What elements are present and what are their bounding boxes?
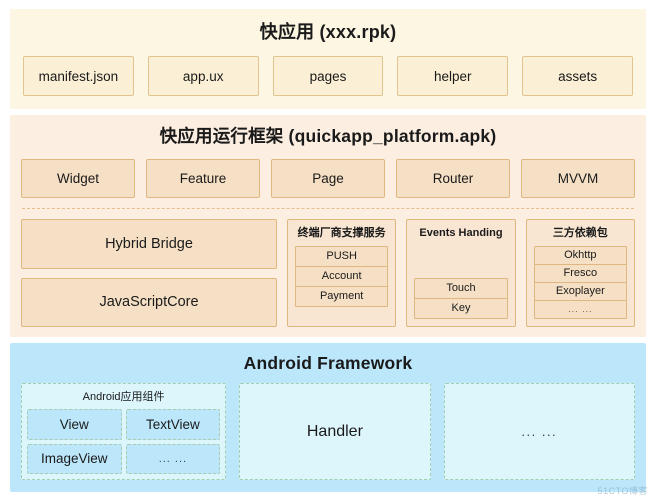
- android-component-view: View: [27, 409, 122, 440]
- quickapp-item-label: helper: [434, 68, 472, 84]
- framework-item-label: Page: [312, 171, 344, 186]
- framework-dashed-divider: [22, 208, 634, 209]
- quickapp-item-label: app.ux: [182, 68, 224, 84]
- android-components-grid: View TextView ImageView ... ...: [27, 409, 221, 474]
- android-group-handler: Handler: [239, 383, 431, 480]
- group-item-push: PUSH: [295, 246, 389, 267]
- framework-item-page: Page: [271, 159, 385, 198]
- layer-quickapp-package: 快应用 (xxx.rpk) manifest.json app.ux pages…: [10, 9, 646, 109]
- android-component-textview: TextView: [125, 409, 221, 440]
- group-item-more: ... ...: [533, 300, 627, 319]
- framework-group-vendor-services: 终端厂商支撑服务 PUSH Account Payment: [287, 219, 397, 327]
- android-component-more: ... ...: [125, 443, 221, 474]
- framework-item-router: Router: [396, 159, 510, 198]
- framework-item-label: Router: [432, 171, 474, 186]
- android-other-label: ... ...: [521, 424, 558, 439]
- framework-item-label: JavaScriptCore: [99, 294, 199, 311]
- group-item-payment: Payment: [295, 286, 389, 307]
- group-title: Android应用组件: [82, 391, 165, 403]
- android-group-other: ... ...: [443, 383, 635, 480]
- group-item-touch: Touch: [414, 278, 508, 299]
- quickapp-item-assets: assets: [522, 56, 633, 96]
- framework-group-third-party-deps: 三方依赖包 Okhttp Fresco Exoplayer ... ...: [525, 219, 635, 327]
- group-item-fresco: Fresco: [533, 264, 627, 283]
- group-item-list: Touch Key: [414, 246, 508, 319]
- framework-group-events-handing: Events Handing Touch Key: [406, 219, 516, 327]
- framework-bottom-row: Hybrid Bridge JavaScriptCore 终端厂商支撑服务 PU…: [21, 219, 635, 327]
- layer-quickapp-title: 快应用 (xxx.rpk): [259, 22, 397, 42]
- framework-top-row: Widget Feature Page Router MVVM: [21, 159, 635, 198]
- architecture-diagram: 快应用 (xxx.rpk) manifest.json app.ux pages…: [0, 0, 656, 500]
- quickapp-items-row: manifest.json app.ux pages helper assets: [23, 56, 633, 96]
- framework-item-feature: Feature: [146, 159, 260, 198]
- quickapp-item-manifest: manifest.json: [23, 56, 134, 96]
- framework-item-label: Widget: [56, 171, 100, 186]
- group-item-list: PUSH Account Payment: [295, 246, 389, 319]
- layer-android-framework: Android Framework Android应用组件 View TextV…: [10, 343, 646, 492]
- framework-item-label: Hybrid Bridge: [105, 235, 193, 252]
- layer-runtime-title: 快应用运行框架 (quickapp_platform.apk): [159, 126, 497, 146]
- layer-runtime-framework: 快应用运行框架 (quickapp_platform.apk) Widget F…: [10, 115, 646, 337]
- framework-item-widget: Widget: [21, 159, 135, 198]
- group-title: 终端厂商支撑服务: [297, 227, 386, 239]
- framework-item-javascriptcore: JavaScriptCore: [21, 277, 277, 327]
- group-item-okhttp: Okhttp: [533, 246, 627, 265]
- group-title: Events Handing: [419, 227, 503, 239]
- framework-item-label: Feature: [179, 171, 227, 186]
- group-title: 三方依赖包: [552, 227, 608, 239]
- android-group-app-components: Android应用组件 View TextView ImageView ... …: [21, 383, 227, 480]
- quickapp-item-label: pages: [309, 68, 347, 84]
- android-component-imageview: ImageView: [27, 443, 122, 474]
- framework-item-mvvm: MVVM: [521, 159, 635, 198]
- android-groups-row: Android应用组件 View TextView ImageView ... …: [21, 383, 635, 480]
- framework-item-hybrid-bridge: Hybrid Bridge: [21, 219, 277, 269]
- group-item-list: Okhttp Fresco Exoplayer ... ...: [533, 246, 627, 319]
- quickapp-item-pages: pages: [272, 56, 384, 96]
- group-item-exoplayer: Exoplayer: [533, 282, 627, 301]
- quickapp-item-appux: app.ux: [147, 56, 259, 96]
- quickapp-item-helper: helper: [397, 56, 509, 96]
- group-item-key: Key: [414, 298, 508, 319]
- framework-item-label: MVVM: [557, 171, 599, 186]
- framework-left-column: Hybrid Bridge JavaScriptCore: [21, 219, 277, 327]
- quickapp-item-label: assets: [558, 68, 598, 84]
- group-item-account: Account: [295, 266, 389, 287]
- quickapp-item-label: manifest.json: [38, 68, 119, 84]
- layer-android-title: Android Framework: [243, 353, 413, 373]
- android-handler-label: Handler: [306, 422, 363, 440]
